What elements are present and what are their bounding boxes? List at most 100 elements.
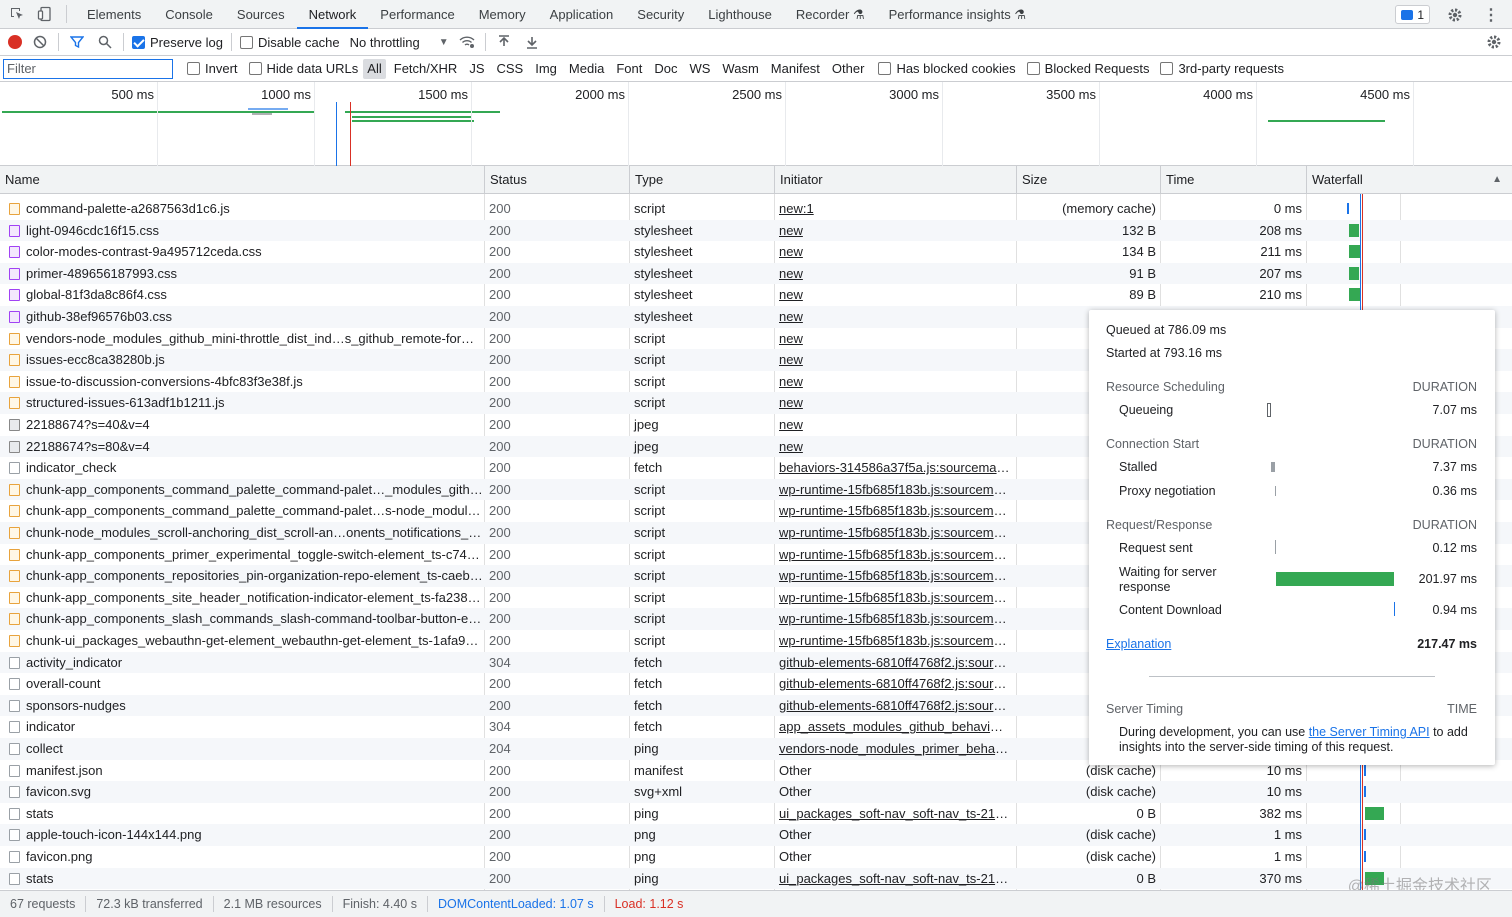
request-initiator[interactable]: new: [774, 392, 1016, 414]
initiator-link[interactable]: ui_packages_soft-nav_soft-nav_ts-21fc…: [779, 871, 1016, 886]
initiator-link[interactable]: wp-runtime-15fb685f183b.js:sourcema…: [779, 503, 1014, 518]
request-initiator[interactable]: wp-runtime-15fb685f183b.js:sourcema…: [774, 608, 1016, 630]
type-filter-doc[interactable]: Doc: [650, 59, 681, 79]
request-initiator[interactable]: wp-runtime-15fb685f183b.js:sourcema…: [774, 544, 1016, 566]
request-row[interactable]: global-81f3da8c86f4.css 200 stylesheet new 8…: [0, 284, 1512, 306]
request-initiator[interactable]: vendors-node_modules_primer_behavi…: [774, 738, 1016, 760]
tab-network[interactable]: Network: [296, 0, 369, 29]
request-initiator[interactable]: new: [774, 241, 1016, 263]
request-initiator[interactable]: wp-runtime-15fb685f183b.js:sourcema…: [774, 479, 1016, 501]
initiator-link[interactable]: vendors-node_modules_primer_behavi…: [779, 741, 1016, 756]
tab-elements[interactable]: Elements: [75, 0, 153, 29]
request-initiator[interactable]: new: [774, 414, 1016, 436]
tab-lighthouse[interactable]: Lighthouse: [696, 0, 784, 29]
settings-gear-icon[interactable]: [1444, 4, 1466, 26]
request-initiator[interactable]: wp-runtime-15fb685f183b.js:sourcema…: [774, 522, 1016, 544]
clear-icon[interactable]: [30, 32, 50, 52]
initiator-link[interactable]: new: [779, 395, 803, 410]
request-initiator[interactable]: wp-runtime-15fb685f183b.js:sourcema…: [774, 500, 1016, 522]
request-initiator[interactable]: wp-runtime-15fb685f183b.js:sourcema…: [774, 587, 1016, 609]
request-row[interactable]: stats 200 ping ui_packages_soft-nav_soft-na…: [0, 803, 1512, 825]
request-row[interactable]: command-palette-a2687563d1c6.js 200 script…: [0, 198, 1512, 220]
blocked-requests-checkbox[interactable]: Blocked Requests: [1026, 61, 1149, 76]
initiator-link[interactable]: wp-runtime-15fb685f183b.js:sourcema…: [779, 547, 1014, 562]
tab-performance[interactable]: Performance: [368, 0, 466, 29]
request-row[interactable]: favicon.svg 200 svg+xml Other (disk cache) 10…: [0, 781, 1512, 803]
request-row[interactable]: color-modes-contrast-9a495712ceda.css 200…: [0, 241, 1512, 263]
initiator-link[interactable]: new: [779, 374, 803, 389]
column-header-name[interactable]: Name: [0, 166, 484, 194]
request-initiator[interactable]: Other: [774, 846, 1016, 868]
checkbox-icon[interactable]: [187, 62, 200, 75]
request-initiator[interactable]: wp-runtime-15fb685f183b.js:sourcema…: [774, 565, 1016, 587]
initiator-link[interactable]: wp-runtime-15fb685f183b.js:sourcema…: [779, 525, 1014, 540]
request-initiator[interactable]: Other: [774, 781, 1016, 803]
request-initiator[interactable]: github-elements-6810ff4768f2.js:sourc…: [774, 695, 1016, 717]
explanation-link[interactable]: Explanation: [1106, 637, 1171, 651]
initiator-link[interactable]: new: [779, 309, 803, 324]
request-initiator[interactable]: app_assets_modules_github_behaviors…: [774, 716, 1016, 738]
request-initiator[interactable]: new: [774, 436, 1016, 458]
tab-recorder[interactable]: Recorder ⚗: [784, 0, 877, 29]
tab-memory[interactable]: Memory: [467, 0, 538, 29]
request-initiator[interactable]: new:1: [774, 198, 1016, 220]
tab-application[interactable]: Application: [538, 0, 626, 29]
request-row[interactable]: apple-touch-icon-144x144.png 200 png Other (…: [0, 824, 1512, 846]
initiator-link[interactable]: wp-runtime-15fb685f183b.js:sourcema…: [779, 633, 1014, 648]
issues-badge[interactable]: 1: [1395, 5, 1430, 24]
type-filter-wasm[interactable]: Wasm: [718, 59, 762, 79]
initiator-link[interactable]: new: [779, 331, 803, 346]
initiator-link[interactable]: ui_packages_soft-nav_soft-nav_ts-21fc…: [779, 806, 1016, 821]
initiator-link[interactable]: wp-runtime-15fb685f183b.js:sourcema…: [779, 568, 1014, 583]
checkbox-icon[interactable]: [1026, 62, 1040, 75]
has-blocked-cookies-checkbox[interactable]: Has blocked cookies: [878, 61, 1016, 76]
initiator-link[interactable]: app_assets_modules_github_behaviors…: [779, 719, 1016, 734]
checkbox-icon[interactable]: [239, 35, 253, 49]
device-toolbar-icon[interactable]: [34, 3, 56, 25]
tab-sources[interactable]: Sources: [225, 0, 297, 29]
initiator-link[interactable]: new: [779, 244, 803, 259]
filter-input[interactable]: [3, 58, 173, 79]
initiator-link[interactable]: github-elements-6810ff4768f2.js:sourc…: [779, 655, 1013, 670]
type-filter-manifest[interactable]: Manifest: [767, 59, 824, 79]
inspect-element-icon[interactable]: [6, 3, 28, 25]
type-filter-js[interactable]: JS: [465, 59, 488, 79]
request-row[interactable]: primer-489656187993.css 200 stylesheet new 9…: [0, 262, 1512, 285]
type-filter-other[interactable]: Other: [828, 59, 869, 79]
initiator-link[interactable]: new: [779, 439, 803, 454]
request-initiator[interactable]: new: [774, 371, 1016, 393]
column-header-time[interactable]: Time: [1160, 166, 1306, 194]
column-header-size[interactable]: Size: [1016, 166, 1160, 194]
type-filter-ws[interactable]: WS: [685, 59, 714, 79]
record-button[interactable]: [8, 35, 22, 49]
column-header-initiator[interactable]: Initiator: [774, 166, 1016, 194]
initiator-link[interactable]: new: [779, 287, 803, 302]
more-options-icon[interactable]: ⋮: [1480, 4, 1502, 26]
tab-performance-insights[interactable]: Performance insights ⚗: [877, 0, 1038, 29]
request-initiator[interactable]: behaviors-314586a37f5a.js:sourcemap:8: [774, 457, 1016, 479]
initiator-link[interactable]: new: [779, 266, 803, 281]
checkbox-icon[interactable]: [878, 62, 892, 75]
third-party-requests-checkbox[interactable]: 3rd-party requests: [1160, 61, 1284, 76]
request-initiator[interactable]: github-elements-6810ff4768f2.js:sourc…: [774, 652, 1016, 674]
type-filter-img[interactable]: Img: [531, 59, 561, 79]
tab-security[interactable]: Security: [625, 0, 696, 29]
initiator-link[interactable]: wp-runtime-15fb685f183b.js:sourcema…: [779, 590, 1014, 605]
request-initiator[interactable]: ui_packages_soft-nav_soft-nav_ts-21fc…: [774, 803, 1016, 825]
column-header-status[interactable]: Status: [484, 166, 629, 194]
timeline-overview[interactable]: 500 ms 1000 ms 1500 ms 2000 ms 2500 ms 3000 m…: [0, 82, 1512, 166]
tab-console[interactable]: Console: [153, 0, 225, 29]
initiator-link[interactable]: github-elements-6810ff4768f2.js:sourc…: [779, 698, 1013, 713]
column-header-waterfall[interactable]: Waterfall ▲: [1306, 166, 1512, 194]
invert-checkbox[interactable]: Invert: [187, 61, 238, 76]
network-settings-gear-icon[interactable]: [1484, 32, 1504, 52]
initiator-link[interactable]: new: [779, 417, 803, 432]
initiator-link[interactable]: new: [779, 223, 803, 238]
initiator-link[interactable]: new: [779, 352, 803, 367]
request-initiator[interactable]: github-elements-6810ff4768f2.js:sourc…: [774, 673, 1016, 695]
initiator-link[interactable]: behaviors-314586a37f5a.js:sourcemap:8: [779, 460, 1015, 475]
request-initiator[interactable]: Other: [774, 760, 1016, 782]
type-filter-font[interactable]: Font: [612, 59, 646, 79]
checkbox-icon[interactable]: [248, 62, 262, 75]
request-initiator[interactable]: wp-runtime-15fb685f183b.js:sourcema…: [774, 630, 1016, 652]
